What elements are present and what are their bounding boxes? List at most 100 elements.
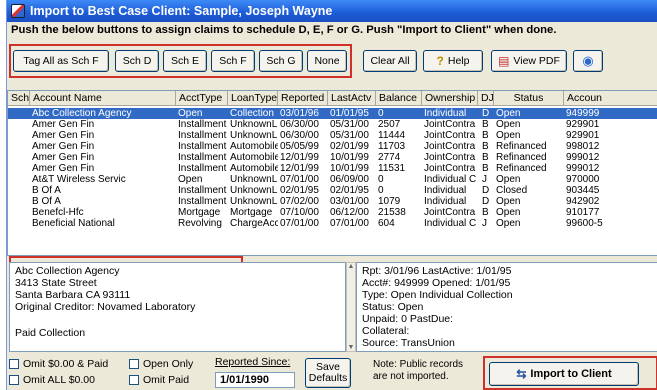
table-cell: 12/01/99 <box>280 163 319 174</box>
table-cell: Open <box>178 108 203 119</box>
import-to-client-button[interactable]: ⇆ Import to Client <box>489 362 639 386</box>
title-bar[interactable]: Import to Best Case Client: Sample, Jose… <box>7 0 657 22</box>
save-defaults-button[interactable]: Save Defaults <box>305 358 351 388</box>
table-cell: 970000 <box>566 174 600 185</box>
sch-g-button[interactable]: Sch G <box>259 50 303 72</box>
table-row[interactable]: Amer Gen Fin Installment Automobile 05/05/9… <box>8 141 657 152</box>
table-cell: J <box>482 174 487 185</box>
table-cell: Open <box>496 174 521 185</box>
column-header-dj[interactable]: DJ <box>478 91 494 106</box>
column-header-lastactv[interactable]: LastActv <box>328 91 376 106</box>
checkbox-box <box>9 359 19 369</box>
table-cell: B <box>482 207 489 218</box>
table-cell: Open <box>496 207 521 218</box>
view-pdf-label: View PDF <box>513 55 560 67</box>
table-row[interactable]: Beneficial National Revolving ChargeAcc 07/… <box>8 218 657 229</box>
globe-button[interactable]: ◉ <box>573 50 603 72</box>
table-cell: 99600-5 <box>566 218 603 229</box>
note-line: are not imported. <box>373 371 449 382</box>
table-row[interactable]: B Of A Installment UnknownL 07/02/00 03/01/0… <box>8 196 657 207</box>
table-cell: B <box>482 163 489 174</box>
reported-since-label: Reported Since: <box>215 356 291 368</box>
help-button[interactable]: ? Help <box>423 50 483 72</box>
table-cell: 06/12/00 <box>330 207 369 218</box>
table-cell: 604 <box>378 218 395 229</box>
table-cell: B Of A <box>32 196 61 207</box>
table-cell: 07/01/00 <box>330 218 369 229</box>
table-cell: 07/10/00 <box>280 207 319 218</box>
table-cell: 05/05/99 <box>280 141 319 152</box>
sch-f-button[interactable]: Sch F <box>211 50 255 72</box>
omit-all-zero-checkbox[interactable]: Omit ALL $0.00 <box>9 374 95 386</box>
instructions-text: Push the below buttons to assign claims … <box>11 24 557 36</box>
accounts-list[interactable]: Sch Account Name AcctType LoanType Repor… <box>7 90 657 256</box>
column-header-ownership[interactable]: Ownership <box>422 91 478 106</box>
reported-since-input[interactable]: 1/01/1990 <box>215 372 295 388</box>
scroll-down-arrow-icon[interactable]: ▼ <box>347 344 355 351</box>
table-row[interactable]: B Of A Installment UnknownL 02/01/95 02/01/9… <box>8 185 657 196</box>
table-cell: Open <box>496 196 521 207</box>
table-cell: Individual C <box>424 218 477 229</box>
table-cell: Amer Gen Fin <box>32 141 95 152</box>
column-header-status[interactable]: Status <box>494 91 564 106</box>
checkbox-box <box>9 375 19 385</box>
public-records-note: Note: Public records are not imported. <box>373 359 463 383</box>
column-header-loantype[interactable]: LoanType <box>228 91 278 106</box>
table-cell: 06/30/00 <box>280 130 319 141</box>
table-cell: 0 <box>378 174 384 185</box>
clear-all-button[interactable]: Clear All <box>363 50 417 72</box>
table-cell: 11444 <box>378 130 406 141</box>
tag-all-sch-f-button[interactable]: Tag All as Sch F <box>13 50 109 72</box>
table-cell: Open <box>496 218 521 229</box>
table-cell: JointContra <box>424 141 476 152</box>
table-cell: 03/01/00 <box>330 196 369 207</box>
note-line: Note: Public records <box>373 359 464 370</box>
table-cell: 07/01/00 <box>280 218 319 229</box>
creditor-address-panel: Abc Collection Agency 3413 State Street … <box>9 262 346 352</box>
table-cell: B Of A <box>32 185 61 196</box>
table-cell: Installment <box>178 119 227 130</box>
table-cell: Amer Gen Fin <box>32 130 95 141</box>
address-line: Paid Collection <box>15 327 86 339</box>
table-row[interactable]: At&T Wireless Servic Open UnknownL 07/01/00… <box>8 174 657 185</box>
column-header-balance[interactable]: Balance <box>376 91 422 106</box>
table-row[interactable]: Abc Collection Agency Open Collection 03/01… <box>8 108 657 119</box>
table-row[interactable]: Amer Gen Fin Installment UnknownL 06/30/00 0… <box>8 119 657 130</box>
scroll-up-arrow-icon[interactable]: ▲ <box>347 263 355 270</box>
omit-paid-checkbox[interactable]: Omit Paid <box>129 374 189 386</box>
omit-all-zero-label: Omit ALL $0.00 <box>23 374 95 386</box>
open-only-checkbox[interactable]: Open Only <box>129 358 193 370</box>
table-cell: Open <box>496 119 521 130</box>
import-to-client-label: Import to Client <box>530 368 612 380</box>
column-header-sch[interactable]: Sch <box>8 91 30 106</box>
table-cell: UnknownL <box>230 130 278 141</box>
table-cell: Automobile <box>230 141 278 152</box>
table-cell: Open <box>496 130 521 141</box>
detail-line: Type: Open Individual Collection <box>362 289 513 301</box>
sch-d-button[interactable]: Sch D <box>115 50 159 72</box>
sch-e-button[interactable]: Sch E <box>163 50 207 72</box>
column-header-accttype[interactable]: AcctType <box>176 91 228 106</box>
table-cell: 10/01/99 <box>330 163 369 174</box>
table-cell: 0 <box>378 185 384 196</box>
table-cell: B <box>482 119 489 130</box>
table-cell: UnknownL <box>230 174 278 185</box>
table-cell: Installment <box>178 196 227 207</box>
column-header-reported[interactable]: Reported <box>278 91 328 106</box>
view-pdf-button[interactable]: ▤ View PDF <box>491 50 567 72</box>
table-row[interactable]: Amer Gen Fin Installment Automobile 12/01/9… <box>8 152 657 163</box>
detail-scrollbar[interactable]: ▲ ▼ <box>346 262 356 352</box>
table-cell: 12/01/99 <box>280 152 319 163</box>
table-row[interactable]: Amer Gen Fin Installment Automobile 12/01/9… <box>8 163 657 174</box>
none-button[interactable]: None <box>307 50 347 72</box>
omit-zero-paid-checkbox[interactable]: Omit $0.00 & Paid <box>9 358 108 370</box>
table-row[interactable]: Benefcl-Hfc Mortgage Mortgage 07/10/00 06/12… <box>8 207 657 218</box>
app-icon <box>11 4 25 18</box>
table-cell: 05/31/00 <box>330 130 369 141</box>
table-cell: Amer Gen Fin <box>32 119 95 130</box>
column-header-account-name[interactable]: Account Name <box>30 91 176 106</box>
table-row[interactable]: Amer Gen Fin Installment UnknownL 06/30/00 0… <box>8 130 657 141</box>
column-header-account[interactable]: Accoun <box>564 91 657 106</box>
table-cell: Installment <box>178 130 227 141</box>
table-cell: 999012 <box>566 152 600 163</box>
